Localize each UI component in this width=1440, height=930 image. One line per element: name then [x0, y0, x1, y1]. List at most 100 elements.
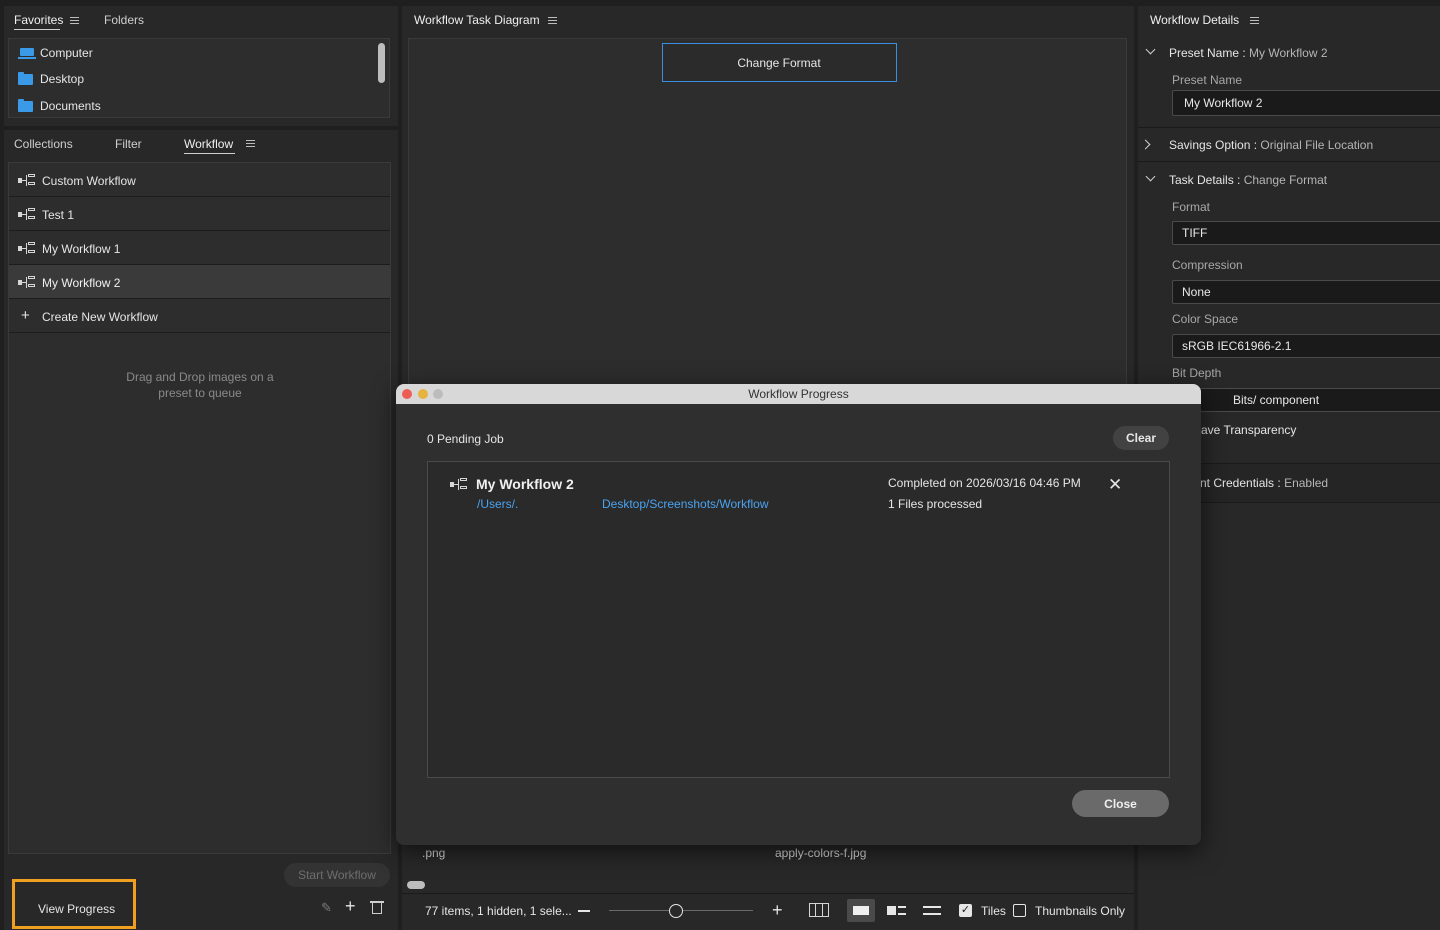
workflow-item-my-workflow-2[interactable]: My Workflow 2: [9, 265, 390, 299]
diagram-menu-icon[interactable]: [548, 17, 557, 24]
workflow-icon: [18, 208, 36, 221]
grid-view-icon-lines: [815, 903, 823, 917]
details-separator: [1138, 127, 1440, 128]
folder-icon: [18, 72, 33, 85]
content-file-png[interactable]: .png: [422, 846, 445, 860]
preset-name-key: Preset Name: [1169, 46, 1240, 60]
filmstrip-view-icon-lines: [898, 906, 906, 915]
job-name: My Workflow 2: [476, 476, 574, 492]
job-files-processed: 1 Files processed: [888, 497, 983, 511]
save-transparency-label[interactable]: ave Transparency: [1201, 423, 1296, 437]
trash-icon[interactable]: [372, 903, 382, 914]
workflow-item-label: My Workflow 1: [42, 242, 121, 256]
workflow-item-label: My Workflow 2: [42, 276, 121, 290]
workflow-item-test-1[interactable]: Test 1: [9, 197, 390, 231]
view-progress-button[interactable]: View Progress: [20, 895, 130, 921]
favorites-scrollbar[interactable]: [378, 43, 385, 83]
thumbnails-only-checkbox[interactable]: [1013, 904, 1026, 917]
favorites-item-documents[interactable]: Documents: [40, 99, 101, 113]
color-space-select[interactable]: sRGB IEC61966-2.1: [1172, 334, 1440, 358]
task-details-header[interactable]: Task Details : Change Format: [1169, 173, 1327, 187]
drop-hint: Drag and Drop images on a: [126, 370, 274, 384]
workflow-icon: [18, 242, 36, 255]
content-status: 77 items, 1 hidden, 1 sele...: [425, 904, 572, 918]
tab-folders[interactable]: Folders: [104, 13, 144, 27]
tab-workflow-underline: [184, 153, 235, 154]
tab-filter[interactable]: Filter: [115, 137, 142, 151]
job-path-folder[interactable]: Desktop/Screenshots/Workflow: [602, 497, 769, 511]
clear-button-label: Clear: [1125, 431, 1157, 445]
credentials-key: nt Credentials: [1200, 476, 1275, 490]
change-format-node[interactable]: Change Format: [662, 43, 897, 82]
filmstrip-view-icon[interactable]: [887, 906, 896, 915]
task-details-key: Task Details: [1169, 173, 1234, 187]
computer-icon: [18, 48, 36, 59]
zoom-slider-thumb[interactable]: [669, 904, 683, 918]
preset-name-label: Preset Name: [1172, 73, 1243, 87]
workflow-icon: [18, 174, 36, 187]
tab-collections[interactable]: Collections: [14, 137, 73, 151]
zoom-in-icon[interactable]: +: [772, 900, 783, 921]
color-space-label: Color Space: [1172, 312, 1239, 326]
clear-button[interactable]: Clear: [1113, 426, 1169, 450]
workflow-item-custom[interactable]: Custom Workflow: [9, 163, 390, 197]
create-new-workflow-label: Create New Workflow: [42, 310, 158, 324]
content-credentials-header[interactable]: nt Credentials : Enabled: [1200, 476, 1328, 490]
preset-name-field[interactable]: My Workflow 2: [1172, 90, 1440, 116]
close-button[interactable]: Close: [1072, 790, 1169, 817]
workflow-item-label: Custom Workflow: [42, 174, 136, 188]
thumbnails-only-label: Thumbnails Only: [1035, 904, 1126, 918]
job-path-users[interactable]: /Users/.: [477, 497, 518, 511]
start-workflow-button[interactable]: Start Workflow: [284, 863, 390, 887]
tiles-checkbox[interactable]: ✓: [959, 904, 972, 917]
tiles-checkbox-label: Tiles: [981, 904, 1006, 918]
workflow-icon: [450, 478, 468, 491]
favorites-item-computer[interactable]: Computer: [40, 46, 93, 60]
content-bar-separator: [402, 893, 1134, 894]
savings-option-header[interactable]: Savings Option : Original File Location: [1169, 138, 1373, 152]
dialog-title: Workflow Progress: [748, 387, 849, 401]
tiles-view-icon: [853, 906, 869, 915]
workflow-item-my-workflow-1[interactable]: My Workflow 1: [9, 231, 390, 265]
zoom-out-icon[interactable]: [578, 910, 590, 912]
start-workflow-label: Start Workflow: [298, 868, 376, 882]
pending-job-count: 0 Pending Job: [427, 432, 504, 446]
task-details-value: Change Format: [1243, 173, 1328, 187]
compression-label: Compression: [1172, 258, 1243, 272]
add-icon[interactable]: +: [345, 896, 356, 917]
compression-select[interactable]: None: [1172, 280, 1440, 304]
tab-workflow[interactable]: Workflow: [184, 137, 233, 151]
preset-name-header[interactable]: Preset Name : My Workflow 2: [1169, 46, 1328, 60]
savings-option-key: Savings Option: [1169, 138, 1251, 152]
diagram-title: Workflow Task Diagram: [414, 13, 540, 27]
job-list: [427, 461, 1170, 778]
bit-depth-select[interactable]: Bits/ component: [1172, 388, 1440, 412]
edit-icon[interactable]: ✎: [321, 900, 332, 916]
view-progress-label: View Progress: [38, 902, 116, 916]
workflow-item-label: Test 1: [42, 208, 75, 222]
remove-job-icon[interactable]: ✕: [1108, 475, 1122, 495]
format-label: Format: [1172, 200, 1211, 214]
content-scrollbar[interactable]: [407, 881, 425, 889]
plus-icon: +: [21, 307, 30, 324]
workflow-menu-icon[interactable]: [246, 140, 255, 147]
format-select[interactable]: TIFF: [1172, 221, 1440, 245]
tab-favorites-underline: [14, 29, 60, 30]
diagram-canvas: [408, 38, 1127, 388]
tab-favorites[interactable]: Favorites: [14, 13, 63, 27]
favorites-menu-icon[interactable]: [70, 17, 79, 24]
list-view-icon[interactable]: [923, 906, 941, 915]
content-file-apply-colors[interactable]: apply-colors-f.jpg: [775, 846, 866, 860]
details-menu-icon[interactable]: [1250, 17, 1259, 24]
job-completed-time: Completed on 2026/03/16 04:46 PM: [888, 476, 1081, 490]
close-button-label: Close: [1104, 797, 1137, 811]
drop-hint: preset to queue: [158, 386, 242, 400]
credentials-value: Enabled: [1284, 476, 1329, 490]
details-title: Workflow Details: [1150, 13, 1240, 27]
favorites-item-desktop[interactable]: Desktop: [40, 72, 84, 86]
details-separator: [1138, 161, 1440, 162]
workflow-icon: [18, 276, 36, 289]
savings-option-value: Original File Location: [1260, 138, 1374, 152]
folder-icon: [18, 99, 33, 112]
create-new-workflow-button[interactable]: + Create New Workflow: [9, 299, 390, 333]
